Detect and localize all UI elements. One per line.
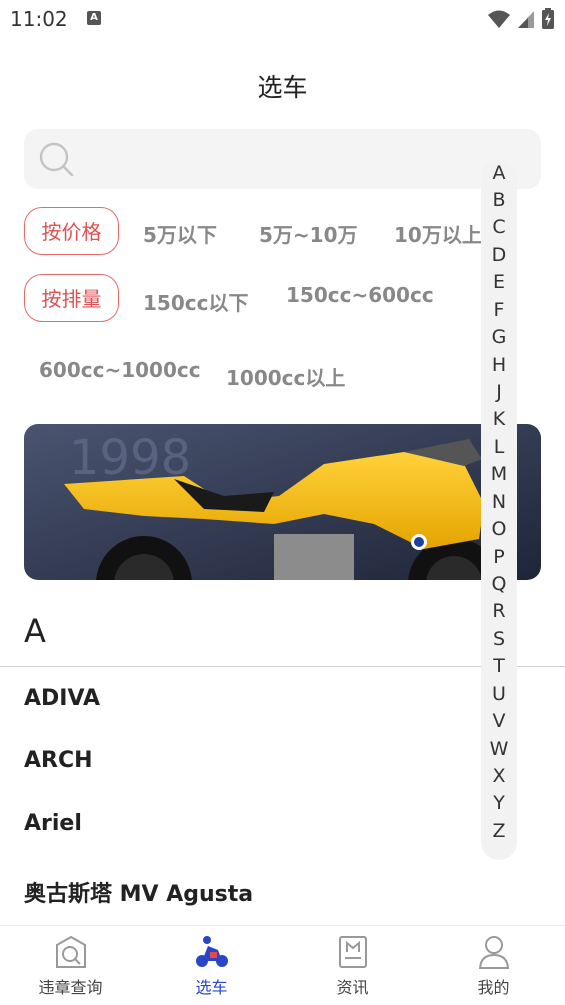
search-input[interactable]	[24, 129, 541, 189]
tab-news[interactable]: 资讯	[282, 926, 423, 1005]
price-filter-chip[interactable]: 按价格	[24, 207, 119, 255]
status-bar: 11:02 A	[0, 0, 565, 40]
tab-label: 资讯	[336, 978, 369, 997]
index-letter[interactable]: R	[481, 600, 517, 622]
index-letter[interactable]: S	[481, 628, 517, 650]
index-letter[interactable]: E	[481, 271, 517, 293]
tab-profile[interactable]: 我的	[423, 926, 564, 1005]
tab-violation-search[interactable]: 违章查询	[0, 926, 141, 1005]
index-letter[interactable]: T	[481, 655, 517, 677]
index-letter[interactable]: O	[481, 518, 517, 540]
index-letter[interactable]: Y	[481, 792, 517, 814]
displacement-option-600-1000cc[interactable]: 600cc~1000cc	[39, 358, 201, 382]
price-option-under-5w[interactable]: 5万以下	[143, 219, 217, 248]
battery-icon	[542, 8, 554, 29]
index-letter[interactable]: N	[481, 491, 517, 513]
tab-label: 我的	[477, 978, 510, 997]
index-letter[interactable]: V	[481, 710, 517, 732]
page-title: 选车	[257, 73, 308, 102]
wifi-icon	[488, 10, 510, 28]
displacement-option-150-600cc[interactable]: 150cc~600cc	[286, 283, 434, 307]
profile-icon	[478, 936, 510, 969]
bottom-tab-bar: 违章查询 选车 资讯 我的	[0, 925, 565, 1005]
motorcycle-illustration: 1998	[24, 424, 541, 580]
status-time: 11:02	[10, 7, 68, 31]
brand-item[interactable]: 奥古斯塔 MV Agusta	[24, 876, 253, 908]
notification-icon: A	[87, 11, 101, 25]
status-icons	[487, 8, 555, 30]
price-option-over-10w[interactable]: 10万以上	[394, 219, 482, 248]
index-letter[interactable]: J	[481, 381, 517, 403]
index-letter[interactable]: B	[481, 189, 517, 211]
index-letter[interactable]: L	[481, 436, 517, 458]
index-letter[interactable]: X	[481, 765, 517, 787]
index-letter[interactable]: U	[481, 683, 517, 705]
index-letter[interactable]: F	[481, 299, 517, 321]
banner-image[interactable]: 1998	[24, 424, 541, 580]
brand-item[interactable]: Ariel	[24, 811, 82, 836]
index-letter[interactable]: M	[481, 463, 517, 485]
tab-choose-car[interactable]: 选车	[141, 926, 282, 1005]
index-letter[interactable]: H	[481, 354, 517, 376]
news-icon	[339, 936, 367, 968]
index-letter[interactable]: Q	[481, 573, 517, 595]
index-letter[interactable]: C	[481, 216, 517, 238]
search-icon	[39, 142, 74, 177]
displacement-filter-chip[interactable]: 按排量	[24, 274, 119, 322]
index-letter[interactable]: A	[481, 162, 517, 184]
brand-item[interactable]: ARCH	[24, 748, 93, 773]
section-header: A	[24, 612, 46, 650]
tab-label: 选车	[195, 978, 228, 997]
displacement-option-under-150cc[interactable]: 150cc以下	[143, 287, 248, 316]
displacement-option-over-1000cc[interactable]: 1000cc以上	[226, 362, 345, 391]
index-letter[interactable]: K	[481, 408, 517, 430]
price-option-5w-10w[interactable]: 5万~10万	[259, 219, 358, 248]
index-letter[interactable]: W	[481, 738, 517, 760]
violation-search-icon	[56, 935, 86, 968]
brand-item[interactable]: ADIVA	[24, 686, 100, 711]
index-letter[interactable]: D	[481, 244, 517, 266]
index-letter[interactable]: G	[481, 326, 517, 348]
tab-label: 违章查询	[38, 978, 103, 997]
motorcycle-icon	[196, 936, 228, 967]
index-letter[interactable]: Z	[481, 820, 517, 842]
signal-icon	[518, 11, 534, 28]
alphabet-index[interactable]: A B C D E F G H J K L M N O P Q R S T U …	[481, 160, 517, 860]
index-letter[interactable]: P	[481, 546, 517, 568]
